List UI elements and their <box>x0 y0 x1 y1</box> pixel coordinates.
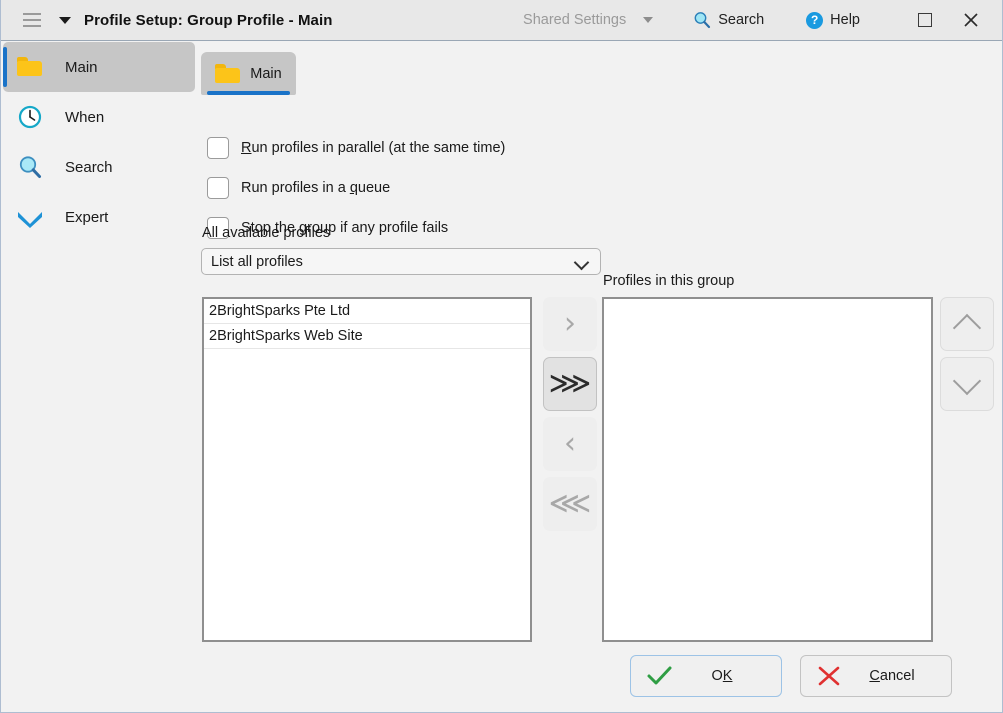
chevron-left-icon: ‹ <box>564 426 576 461</box>
ok-label: OK <box>711 668 733 684</box>
shared-settings-dropdown[interactable]: Shared Settings <box>523 12 654 28</box>
dialog-window: Profile Setup: Group Profile - Main Shar… <box>0 0 1003 713</box>
move-down-button[interactable] <box>940 357 994 411</box>
check-icon <box>647 666 672 685</box>
tab-main[interactable]: Main <box>201 52 296 95</box>
help-button[interactable]: ? Help <box>806 11 860 29</box>
move-all-left-button[interactable]: ⋘ <box>543 477 597 531</box>
sidebar: Main When Search Expert <box>2 42 196 712</box>
question-circle-icon: ? <box>806 11 824 29</box>
sidebar-item-label: Search <box>65 158 113 176</box>
available-profiles-label: All available profiles <box>202 225 331 241</box>
search-label: Search <box>718 12 765 28</box>
shared-settings-label: Shared Settings <box>523 12 627 28</box>
sidebar-item-when[interactable]: When <box>3 92 195 142</box>
chevron-right-icon: › <box>564 306 576 341</box>
ok-button[interactable]: OK <box>630 655 782 697</box>
checkbox-run-queue[interactable]: Run profiles in a queue <box>207 177 390 199</box>
move-right-button[interactable]: › <box>543 297 597 351</box>
clock-icon <box>17 104 47 130</box>
chevron-down-icon <box>573 254 590 271</box>
chevron-down-icon <box>643 17 654 23</box>
checkbox-box[interactable] <box>207 137 229 159</box>
chevron-double-left-icon: ⋘ <box>548 486 592 521</box>
maximize-square-icon <box>918 13 932 27</box>
x-icon <box>818 666 840 686</box>
cancel-button[interactable]: Cancel <box>800 655 952 697</box>
list-item[interactable]: 2BrightSparks Web Site <box>204 324 530 349</box>
checkbox-run-parallel[interactable]: Run profiles in parallel (at the same ti… <box>207 137 505 159</box>
help-label: Help <box>830 12 860 28</box>
page-title: Profile Setup: Group Profile - Main <box>84 11 333 29</box>
checkbox-label: Run profiles in parallel (at the same ti… <box>241 140 506 156</box>
close-x-icon <box>964 13 978 27</box>
sidebar-item-label: When <box>65 108 105 126</box>
group-profiles-label: Profiles in this group <box>603 273 735 289</box>
chevron-double-down-icon <box>17 204 47 230</box>
chevron-double-right-icon: ⋙ <box>548 366 592 401</box>
profiles-filter-dropdown[interactable]: List all profiles <box>201 248 601 275</box>
profiles-filter-value: List all profiles <box>211 253 303 270</box>
magnifier-icon <box>694 12 711 29</box>
available-profiles-list[interactable]: 2BrightSparks Pte Ltd 2BrightSparks Web … <box>202 297 532 642</box>
caret-down-icon[interactable] <box>59 16 71 24</box>
checkbox-box[interactable] <box>207 177 229 199</box>
cancel-label: Cancel <box>869 668 915 684</box>
sidebar-item-label: Main <box>65 58 98 76</box>
main-content: Main Run profiles in parallel (at the sa… <box>196 42 1002 712</box>
maximize-button[interactable] <box>902 0 948 41</box>
folder-icon <box>215 64 241 83</box>
move-up-button[interactable] <box>940 297 994 351</box>
title-bar: Profile Setup: Group Profile - Main Shar… <box>1 0 1002 41</box>
hamburger-menu-icon[interactable] <box>19 7 45 33</box>
close-button[interactable] <box>948 0 994 41</box>
sidebar-item-label: Expert <box>65 208 109 226</box>
magnifier-icon <box>17 154 47 180</box>
chevron-down-icon <box>952 366 982 395</box>
list-item[interactable]: 2BrightSparks Pte Ltd <box>204 299 530 324</box>
folder-icon <box>17 54 47 80</box>
move-all-right-button[interactable]: ⋙ <box>543 357 597 411</box>
sidebar-item-expert[interactable]: Expert <box>3 192 195 242</box>
tab-label: Main <box>250 65 282 82</box>
sidebar-item-main[interactable]: Main <box>3 42 195 92</box>
chevron-up-icon <box>952 313 982 342</box>
sidebar-item-search[interactable]: Search <box>3 142 195 192</box>
search-button[interactable]: Search <box>693 11 764 29</box>
checkbox-label: Run profiles in a queue <box>241 180 391 196</box>
move-left-button[interactable]: ‹ <box>543 417 597 471</box>
group-profiles-list[interactable] <box>602 297 933 642</box>
